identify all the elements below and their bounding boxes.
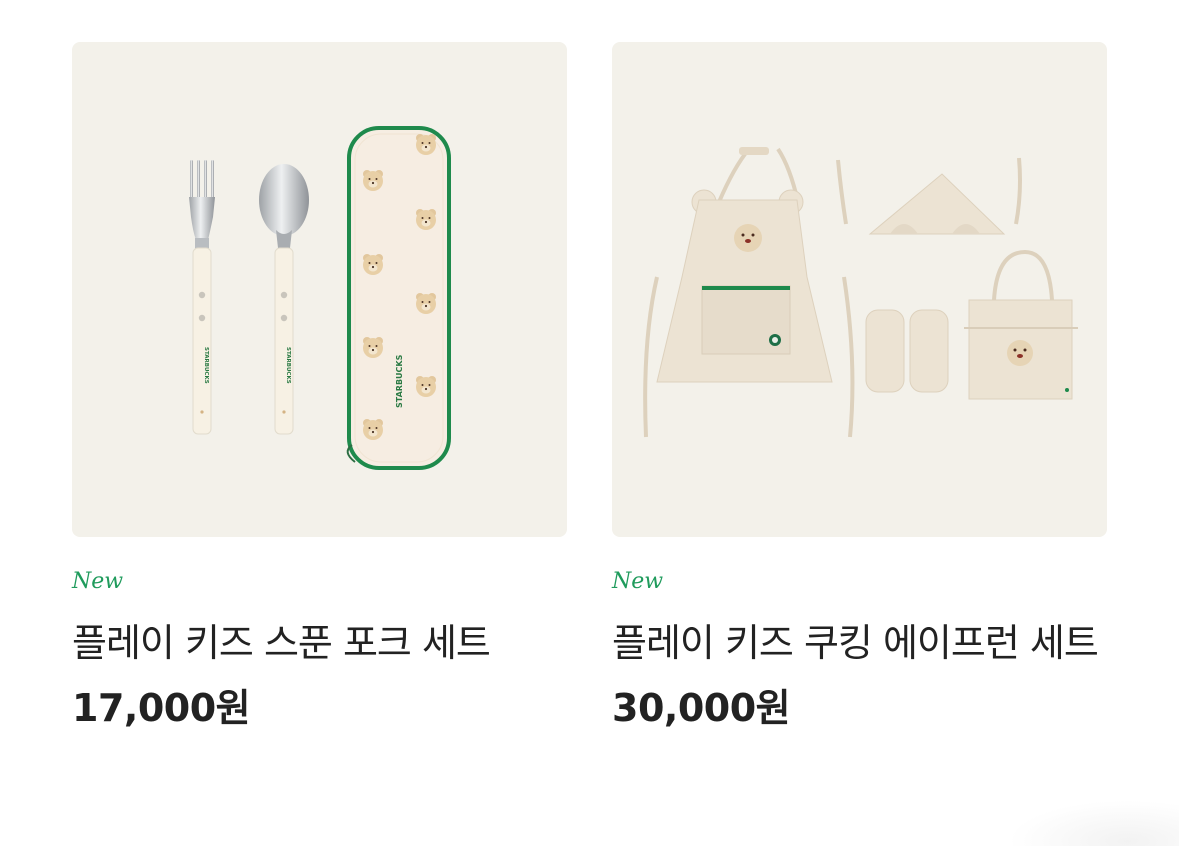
sleeves-illustration bbox=[865, 309, 949, 393]
apron-illustration bbox=[643, 147, 855, 438]
cutlery-set-image: STARBUCKS STARBUCKS STARBUCKS bbox=[189, 126, 451, 470]
scroll-fade bbox=[1008, 800, 1179, 846]
product-price: 17,000원 bbox=[72, 686, 251, 730]
new-badge: New bbox=[612, 569, 664, 594]
product-card-spoon-fork-set[interactable]: STARBUCKS STARBUCKS STARBUCKS New 플레이 키즈… bbox=[72, 42, 567, 733]
pouch-illustration: STARBUCKS bbox=[346, 126, 451, 470]
product-price: 30,000원 bbox=[612, 686, 791, 730]
product-image-spoon-fork-set[interactable]: STARBUCKS STARBUCKS STARBUCKS bbox=[72, 42, 567, 537]
fork-illustration: STARBUCKS bbox=[189, 160, 215, 435]
apron-set-image bbox=[643, 147, 1078, 438]
product-name[interactable]: 플레이 키즈 쿠킹 에이프런 세트 bbox=[612, 612, 1107, 674]
product-grid: STARBUCKS STARBUCKS STARBUCKS New 플레이 키즈… bbox=[72, 42, 1107, 733]
product-card-cooking-apron-set[interactable]: New 플레이 키즈 쿠킹 에이프런 세트 30,000원 bbox=[612, 42, 1107, 733]
svg-text:STARBUCKS: STARBUCKS bbox=[285, 347, 291, 384]
tote-bag-illustration bbox=[964, 249, 1078, 400]
product-image-cooking-apron-set[interactable] bbox=[612, 42, 1107, 537]
new-badge: New bbox=[72, 569, 124, 594]
headscarf-illustration bbox=[836, 157, 1022, 235]
pouch-brand-text: STARBUCKS bbox=[395, 354, 404, 408]
spoon-illustration: STARBUCKS bbox=[259, 164, 309, 435]
product-name[interactable]: 플레이 키즈 스푼 포크 세트 bbox=[72, 612, 567, 674]
svg-text:STARBUCKS: STARBUCKS bbox=[203, 347, 209, 384]
